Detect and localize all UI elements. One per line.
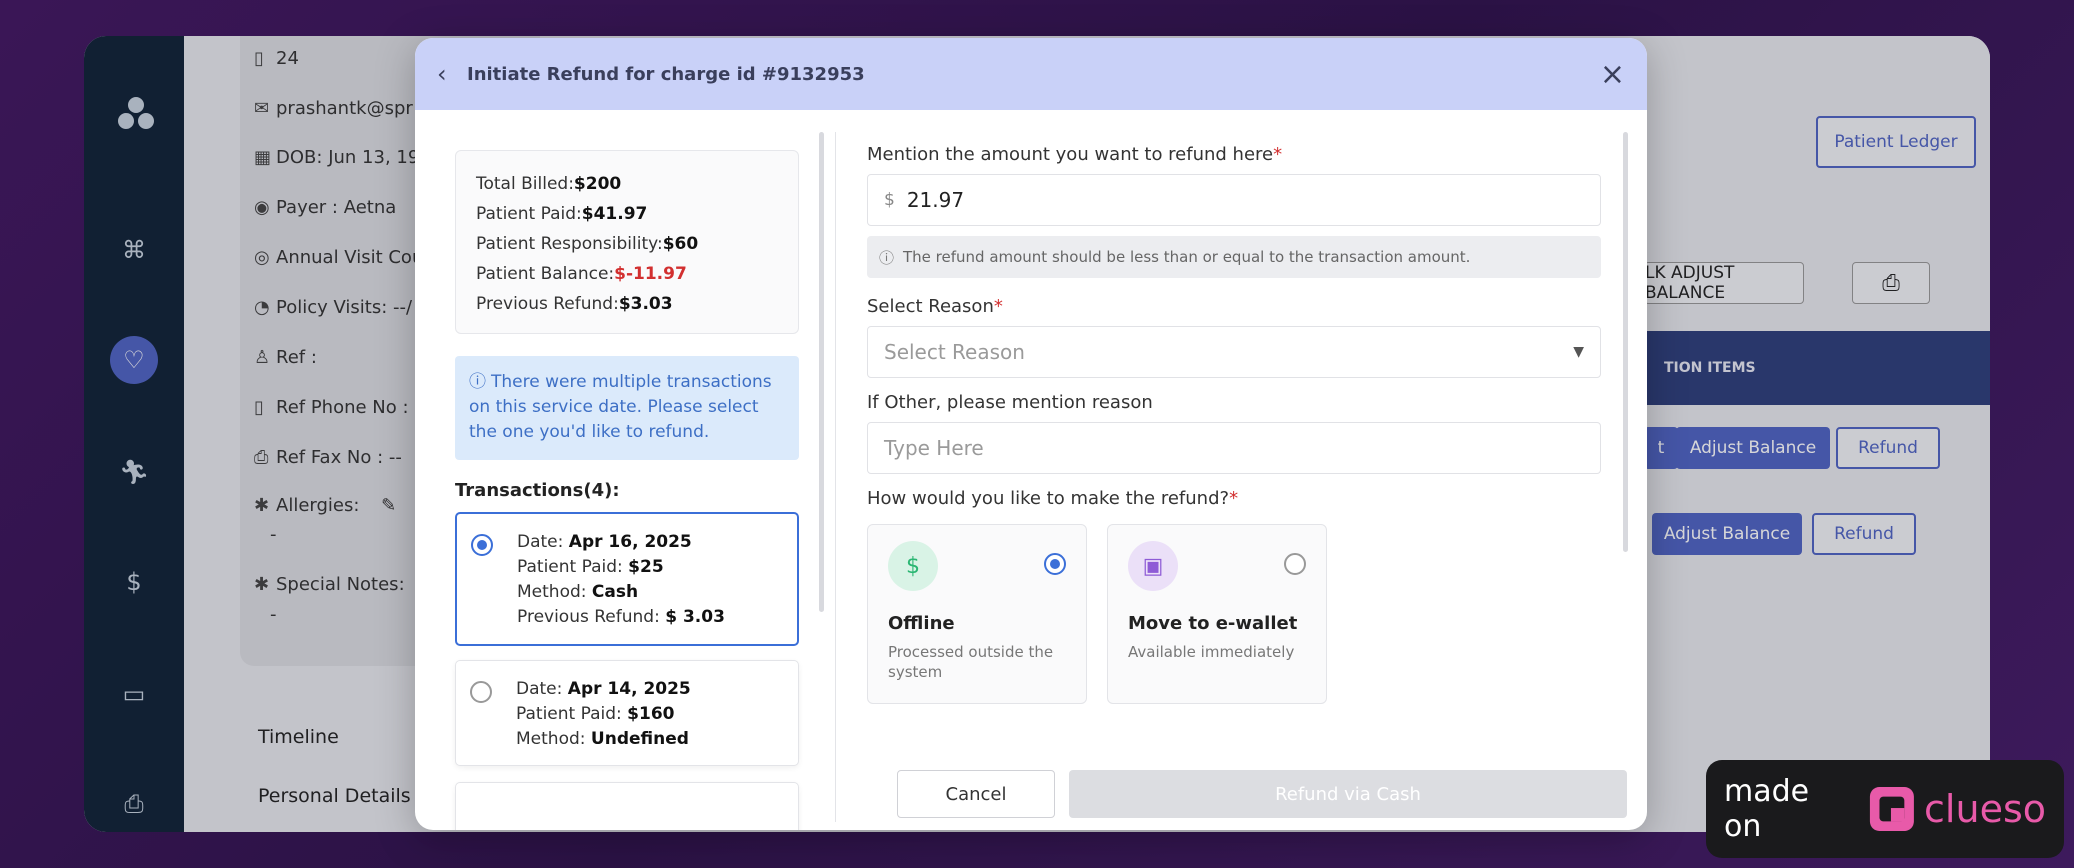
option-e-wallet-radio[interactable] bbox=[1284, 553, 1306, 575]
summary-row: Patient Paid:$41.97 bbox=[476, 204, 648, 224]
info-icon: ⓘ bbox=[469, 372, 486, 392]
modal-header: ‹ Initiate Refund for charge id #9132953… bbox=[415, 38, 1647, 110]
chevron-left-icon[interactable]: ‹ bbox=[437, 60, 461, 88]
modal-title: Initiate Refund for charge id #9132953 bbox=[467, 63, 865, 85]
watermark-brand: clueso bbox=[1924, 787, 2046, 831]
option-offline[interactable]: $ Offline Processed outside the system bbox=[867, 524, 1087, 704]
refund-submit-button[interactable]: Refund via Cash bbox=[1069, 770, 1627, 818]
wallet-icon: ▣ bbox=[1128, 541, 1178, 591]
column-divider bbox=[835, 132, 836, 822]
option-name: Move to e-wallet bbox=[1128, 613, 1298, 634]
currency-symbol: $ bbox=[884, 190, 895, 210]
option-offline-radio[interactable] bbox=[1044, 553, 1066, 575]
other-reason-placeholder: Type Here bbox=[884, 436, 984, 460]
charge-summary: Total Billed:$200 Patient Paid:$41.97 Pa… bbox=[455, 150, 799, 334]
transaction-radio[interactable] bbox=[470, 681, 492, 703]
option-e-wallet[interactable]: ▣ Move to e-wallet Available immediately bbox=[1107, 524, 1327, 704]
transaction-card-3[interactable] bbox=[455, 782, 799, 830]
reason-select[interactable]: Select Reason ▼ bbox=[867, 326, 1601, 378]
summary-row: Total Billed:$200 bbox=[476, 174, 622, 194]
option-name: Offline bbox=[888, 613, 955, 634]
option-desc: Available immediately bbox=[1128, 643, 1295, 661]
right-scrollbar[interactable] bbox=[1623, 132, 1628, 552]
clueso-watermark: made on clueso bbox=[1706, 760, 2064, 858]
refund-method-label: How would you like to make the refund?* bbox=[867, 488, 1239, 509]
other-reason-label: If Other, please mention reason bbox=[867, 392, 1153, 413]
option-desc: Processed outside the system bbox=[888, 643, 1054, 681]
refund-modal: ‹ Initiate Refund for charge id #9132953… bbox=[415, 38, 1647, 830]
refund-amount-input[interactable]: $ 21.97 bbox=[867, 174, 1601, 226]
watermark-made-on: made on bbox=[1724, 774, 1810, 844]
reason-placeholder: Select Reason bbox=[884, 340, 1025, 364]
amount-label: Mention the amount you want to refund he… bbox=[867, 144, 1283, 165]
cancel-button[interactable]: Cancel bbox=[897, 770, 1055, 818]
summary-row: Previous Refund:$3.03 bbox=[476, 294, 673, 314]
left-scrollbar[interactable] bbox=[819, 132, 824, 612]
other-reason-input[interactable]: Type Here bbox=[867, 422, 1601, 474]
summary-row: Patient Responsibility:$60 bbox=[476, 234, 699, 254]
chevron-down-icon: ▼ bbox=[1573, 344, 1584, 360]
transaction-radio-selected[interactable] bbox=[471, 534, 493, 556]
summary-row: Patient Balance:$-11.97 bbox=[476, 264, 687, 284]
refund-amount-value: 21.97 bbox=[906, 188, 965, 212]
amount-hint: ⓘ The refund amount should be less than o… bbox=[867, 236, 1601, 278]
clueso-logo-icon bbox=[1870, 787, 1915, 831]
dollar-icon: $ bbox=[888, 541, 938, 591]
close-icon[interactable]: × bbox=[1600, 57, 1625, 92]
transactions-title: Transactions(4): bbox=[455, 480, 620, 501]
multiple-transactions-notice: ⓘ There were multiple transactions on thi… bbox=[455, 356, 799, 460]
reason-label: Select Reason* bbox=[867, 296, 1003, 317]
transaction-card-1[interactable]: Date: Apr 16, 2025 Patient Paid: $25 Met… bbox=[455, 512, 799, 646]
info-icon: ⓘ bbox=[879, 248, 895, 267]
transaction-card-2[interactable]: Date: Apr 14, 2025 Patient Paid: $160 Me… bbox=[455, 660, 799, 766]
